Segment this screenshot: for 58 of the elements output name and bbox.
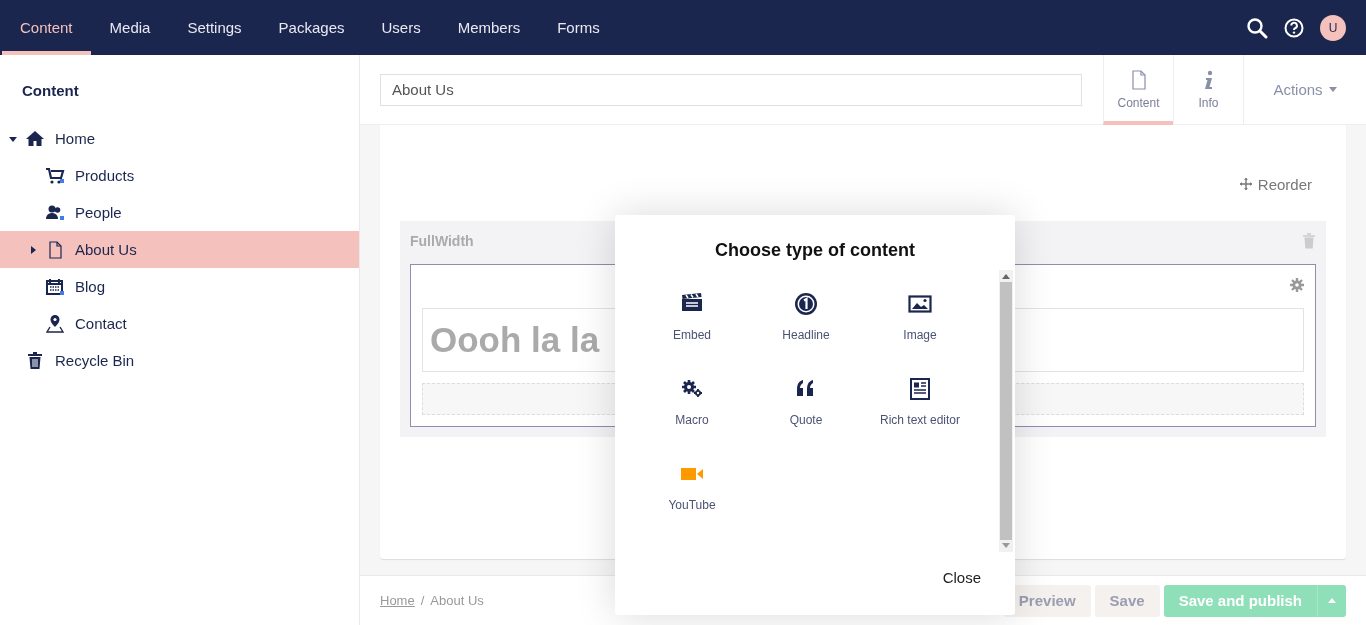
app-tab[interactable]: Info (1173, 54, 1243, 125)
image-icon (908, 292, 932, 316)
map-pin-icon (45, 313, 65, 334)
caret-up-icon (1328, 598, 1336, 603)
tree-item[interactable]: About Us (0, 231, 359, 268)
tree-item[interactable]: Products (0, 157, 359, 194)
cart-icon (45, 165, 65, 186)
content-type-item[interactable]: Image (863, 292, 977, 354)
caret-right-icon (28, 244, 38, 255)
tree-item[interactable]: Contact (0, 305, 359, 342)
nav-tab[interactable]: Users (363, 0, 439, 55)
tree-item[interactable]: Recycle Bin (0, 342, 359, 379)
search-icon (1246, 16, 1268, 39)
breadcrumb-current: About Us (430, 593, 484, 608)
help-icon (1284, 17, 1304, 38)
section-title: FullWidth (410, 233, 474, 249)
tree-label: Home (55, 130, 95, 147)
caret-down-icon (1328, 87, 1337, 92)
nav-tab[interactable]: Forms (539, 0, 618, 55)
nav-tab[interactable]: Media (91, 0, 169, 55)
content-type-item[interactable]: Macro (635, 377, 749, 439)
scrollbar-thumb[interactable] (1000, 282, 1012, 540)
trash-icon[interactable] (1302, 233, 1316, 249)
nav-tab[interactable]: Settings (169, 0, 260, 55)
content-type-item[interactable]: Embed (635, 292, 749, 354)
calendar-icon (45, 276, 65, 297)
scrollbar[interactable] (999, 270, 1013, 552)
close-button[interactable]: Close (942, 566, 981, 588)
tree-label: Recycle Bin (55, 352, 135, 369)
content-type-item[interactable]: YouTube (635, 462, 749, 524)
trash-icon (25, 350, 45, 371)
numbered-circle-icon (794, 292, 818, 316)
scroll-down-icon (1002, 543, 1010, 548)
move-icon (1239, 178, 1252, 190)
content-type-item[interactable]: Headline (749, 292, 863, 354)
content-type-item[interactable]: Quote (749, 377, 863, 439)
tree-label: Contact (75, 315, 127, 332)
home-icon (25, 128, 45, 149)
user-avatar[interactable]: U (1320, 14, 1346, 41)
tree-item[interactable]: People (0, 194, 359, 231)
dialog-title: Choose type of content (714, 239, 916, 262)
content-type-item[interactable]: Rich text editor (863, 377, 977, 439)
tree-item[interactable]: Home (0, 120, 359, 157)
reorder-button[interactable]: Reorder (1239, 175, 1312, 193)
tree-label: Blog (75, 278, 106, 295)
tree-label: About Us (75, 241, 137, 258)
nav-tab[interactable]: Packages (260, 0, 363, 55)
tree-label: Products (75, 167, 135, 184)
document-text-icon (908, 377, 932, 401)
nav-tab[interactable]: Members (439, 0, 539, 55)
tree-item[interactable]: Blog (0, 268, 359, 305)
tree-label: People (75, 204, 122, 221)
breadcrumb-separator: / (420, 593, 425, 608)
name-field[interactable]: About Us (380, 73, 1082, 106)
sidebar-title: Content (21, 81, 80, 101)
settings-icon[interactable] (1290, 278, 1304, 292)
more-options-button[interactable] (1317, 584, 1346, 617)
scroll-up-icon (1002, 274, 1010, 279)
